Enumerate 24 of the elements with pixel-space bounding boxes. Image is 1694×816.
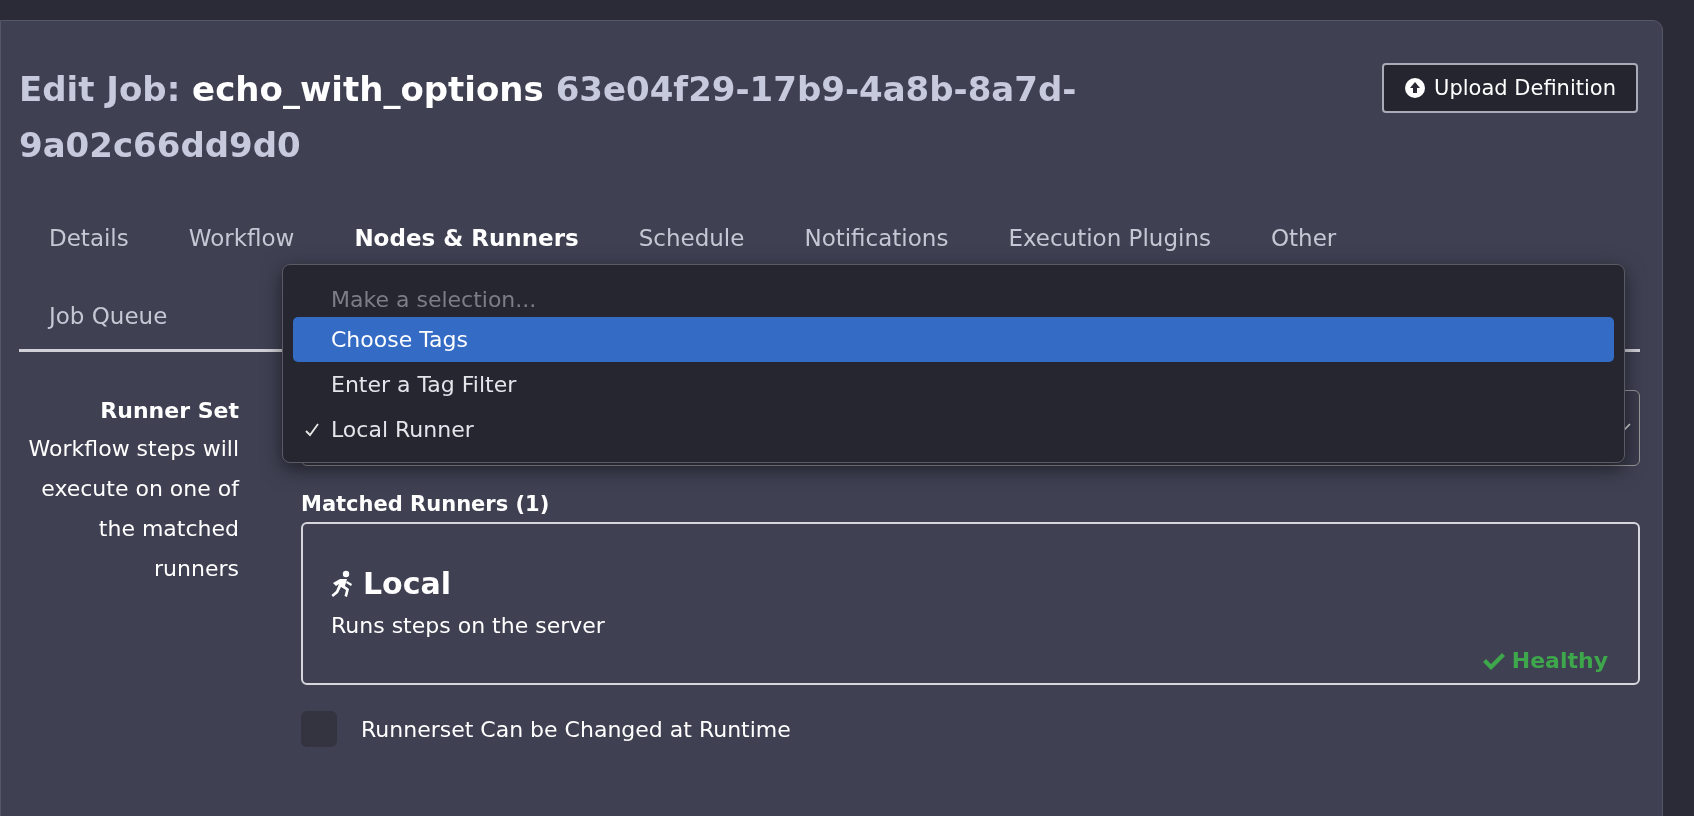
check-icon <box>1481 650 1506 671</box>
upload-definition-button[interactable]: Upload Definition <box>1382 63 1638 113</box>
runner-set-description: Workflow steps will execute on one of the matched runners <box>27 435 239 583</box>
checkbox-label: Runnerset Can be Changed at Runtime <box>361 716 791 742</box>
tab[interactable]: Details <box>19 213 159 265</box>
running-person-icon <box>331 569 355 598</box>
runner-description: Runs steps on the server <box>331 613 606 638</box>
menu-item: Make a selection... <box>330 285 538 314</box>
upload-icon <box>1404 77 1427 99</box>
tab[interactable]: Execution Plugins <box>978 213 1241 265</box>
tab[interactable]: Other <box>1240 213 1367 265</box>
tab[interactable]: Nodes & Runners <box>324 213 609 265</box>
menu-item[interactable]: Choose Tags <box>293 317 1614 362</box>
runner-set-label: Runner Set <box>99 398 239 423</box>
health-status: Healthy <box>1511 648 1608 673</box>
tab[interactable]: Schedule <box>608 213 775 265</box>
tab[interactable]: Job Queue <box>19 291 198 343</box>
menu-item[interactable]: Local Runner <box>293 407 1614 452</box>
page-title: Edit Job: echo_with_options 63e04f29-17b9-4a8b-8a7d-9a02c66dd9d0 <box>19 68 1078 167</box>
menu-item[interactable]: Enter a Tag Filter <box>293 362 1614 407</box>
tab[interactable]: Notifications <box>774 213 979 265</box>
runner-name: Local <box>363 566 452 601</box>
matched-runners-heading: Matched Runners (1) <box>301 492 551 516</box>
tab[interactable]: Workflow <box>158 213 325 265</box>
